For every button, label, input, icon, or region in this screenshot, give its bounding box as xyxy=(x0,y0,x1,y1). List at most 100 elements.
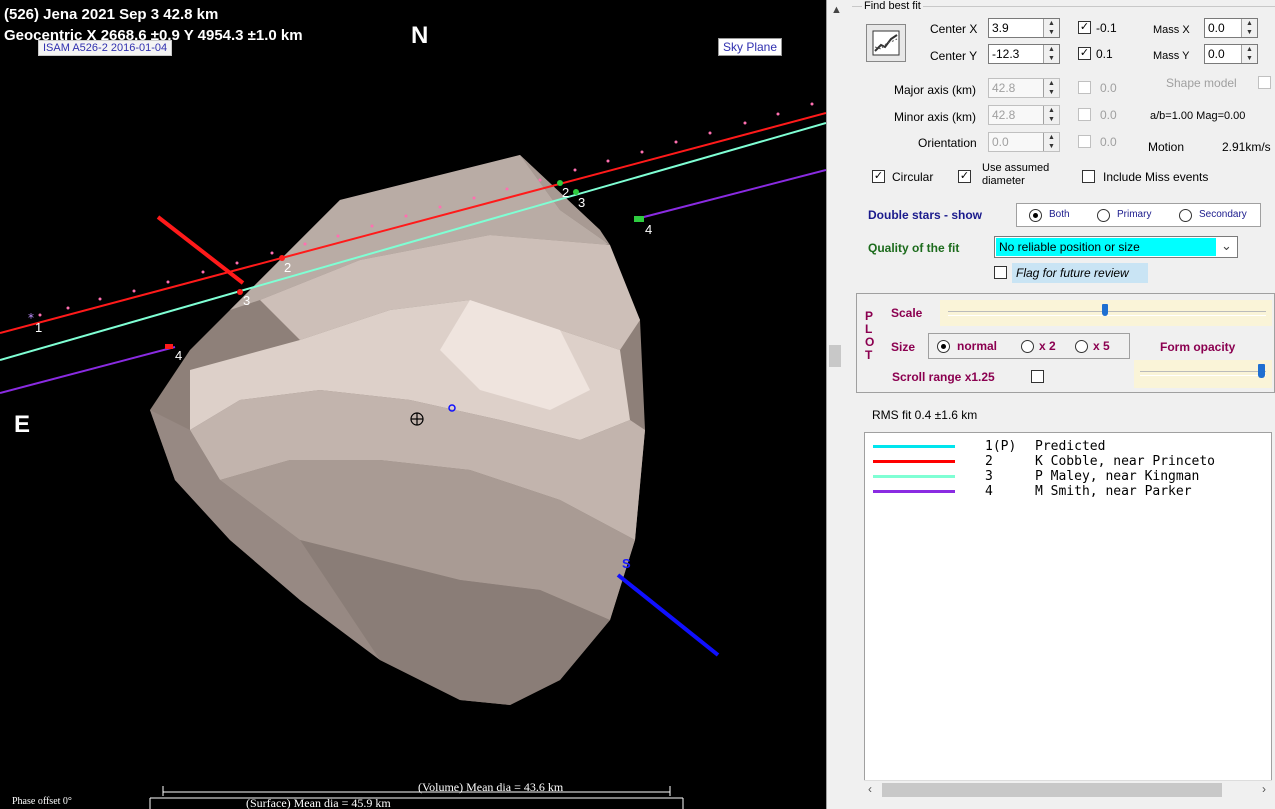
ds-secondary-radio[interactable] xyxy=(1179,209,1192,222)
double-stars-group: Both Primary Secondary xyxy=(1016,203,1261,227)
major-axis-checkbox[interactable] xyxy=(1078,81,1091,94)
mass-y-label: Mass Y xyxy=(1153,50,1190,62)
scroll-left-icon[interactable]: ‹ xyxy=(868,782,872,796)
chart-fit-icon xyxy=(872,30,900,56)
scale-slider-thumb xyxy=(1102,304,1108,316)
form-opacity-slider-thumb xyxy=(1258,364,1265,378)
scale-label: Scale xyxy=(891,306,923,320)
ds-primary-label: Primary xyxy=(1117,209,1152,220)
chord-label-2: 2 xyxy=(284,260,292,275)
center-y-input[interactable]: -12.3 ▲ ▼ xyxy=(988,44,1060,64)
scroll-range-checkbox[interactable] xyxy=(1031,370,1044,383)
event-title: (526) Jena 2021 Sep 3 42.8 km xyxy=(4,6,219,23)
center-y-step: 0.1 xyxy=(1096,47,1113,61)
minor-axis-checkbox[interactable] xyxy=(1078,108,1091,121)
legend-name: M Smith, near Parker xyxy=(1035,484,1192,499)
splitter-handle[interactable] xyxy=(829,345,841,367)
scroll-right-icon[interactable]: › xyxy=(1262,782,1266,796)
minor-axis-label: Minor axis (km) xyxy=(894,110,977,124)
major-axis-label: Major axis (km) xyxy=(894,83,977,97)
double-stars-label: Double stars - show xyxy=(868,208,983,222)
legend-name: Predicted xyxy=(1035,439,1106,454)
center-x-input[interactable]: 3.9 ▲ ▼ xyxy=(988,18,1060,38)
legend-num: 4 xyxy=(985,484,993,499)
sky-plane-plot[interactable]: * (526) Jena 2021 Sep 3 42.8 km Geocentr… xyxy=(0,0,826,809)
sky-plane-button[interactable]: Sky Plane xyxy=(718,38,783,56)
orientation-input[interactable]: 0.0 ▲ ▼ xyxy=(988,132,1060,152)
control-panel: Find best fit Center X 3.9 ▲ ▼ ✓ -0.1 Mass… xyxy=(848,0,1275,809)
center-x-step: -0.1 xyxy=(1096,21,1117,35)
diameter-scale-bars xyxy=(149,786,684,809)
chord-label-1: 1 xyxy=(35,320,43,335)
orientation-checkbox[interactable] xyxy=(1078,135,1091,148)
legend-name: K Cobble, near Princeto xyxy=(1035,454,1216,469)
chord-label-3: 3 xyxy=(243,293,251,308)
size-x2-radio[interactable] xyxy=(1021,340,1034,353)
orientation-step: 0.0 xyxy=(1100,135,1117,149)
quality-select[interactable]: No reliable position or size ⌄ xyxy=(994,236,1238,258)
circular-label: Circular xyxy=(892,170,934,184)
north-label: N xyxy=(411,22,429,49)
ds-both-radio[interactable] xyxy=(1029,209,1042,222)
include-miss-checkbox[interactable] xyxy=(1082,170,1095,183)
ab-ratio-mag: a/b=1.00 Mag=0.00 xyxy=(1150,110,1246,122)
size-x5-label: x 5 xyxy=(1093,339,1110,353)
flag-review-label: Flag for future review xyxy=(1012,263,1148,283)
observer-legend[interactable]: 1(P) Predicted 2 K Cobble, near Princeto… xyxy=(864,432,1272,798)
chord-label-4: 4 xyxy=(175,348,183,363)
minor-axis-step: 0.0 xyxy=(1100,108,1117,122)
center-y-label: Center Y xyxy=(930,49,978,63)
motion-value: 2.91km/s xyxy=(1222,140,1271,154)
size-group: normal x 2 x 5 xyxy=(928,333,1130,359)
circular-checkbox[interactable]: ✓ xyxy=(872,170,885,183)
legend-line-predicted xyxy=(873,445,955,448)
shape-model-checkbox[interactable] xyxy=(1258,76,1271,89)
major-axis-step: 0.0 xyxy=(1100,81,1117,95)
chevron-down-icon: ⌄ xyxy=(1221,238,1232,253)
mass-x-label: Mass X xyxy=(1153,24,1190,36)
scrollbar-thumb[interactable] xyxy=(882,783,1222,797)
minor-axis-input[interactable]: 42.8 ▲ ▼ xyxy=(988,105,1060,125)
size-x2-label: x 2 xyxy=(1039,339,1056,353)
chord-label-4-end: 4 xyxy=(645,222,653,237)
surface-mean-diameter: (Surface) Mean dia = 45.9 km xyxy=(246,796,391,809)
plot-canvas: * xyxy=(0,102,826,809)
legend-name: P Maley, near Kingman xyxy=(1035,469,1200,484)
scroll-up-icon[interactable]: ▲ xyxy=(831,4,842,16)
ds-primary-radio[interactable] xyxy=(1097,209,1110,222)
ds-both-label: Both xyxy=(1049,209,1070,220)
legend-line-observer-3 xyxy=(873,475,955,478)
panel-divider xyxy=(826,0,849,809)
south-label: S xyxy=(622,556,631,571)
include-miss-label: Include Miss events xyxy=(1103,170,1209,184)
center-x-label: Center X xyxy=(930,22,978,36)
major-axis-input[interactable]: 42.8 ▲ ▼ xyxy=(988,78,1060,98)
mass-y-input[interactable]: 0.0 ▲ ▼ xyxy=(1204,44,1258,64)
use-assumed-diameter-checkbox[interactable]: ✓ xyxy=(958,170,971,183)
shape-model-label[interactable]: ISAM A526-2 2016-01-04 xyxy=(38,40,173,56)
legend-num: 2 xyxy=(985,454,993,469)
scale-slider[interactable] xyxy=(940,300,1272,326)
mass-x-input[interactable]: 0.0 ▲ ▼ xyxy=(1204,18,1258,38)
legend-line-observer-4 xyxy=(873,490,955,493)
size-normal-radio[interactable] xyxy=(937,340,950,353)
plot-group-label: PLOT xyxy=(865,309,875,362)
chord-label-2-end: 2 xyxy=(562,185,570,200)
motion-label: Motion xyxy=(1148,140,1185,154)
legend-line-observer-2 xyxy=(873,460,955,463)
center-crosshair-icon xyxy=(410,412,424,426)
flag-review-checkbox[interactable] xyxy=(994,266,1007,279)
volume-mean-diameter: (Volume) Mean dia = 43.6 km xyxy=(418,780,564,794)
shape-model-label: Shape model xyxy=(1166,76,1237,90)
center-x-step-checkbox[interactable]: ✓ xyxy=(1078,21,1091,34)
find-best-fit-label: Find best fit xyxy=(862,0,923,12)
form-opacity-slider[interactable] xyxy=(1134,360,1272,388)
find-best-fit-button[interactable] xyxy=(866,24,906,62)
legend-horizontal-scrollbar[interactable]: ‹ › xyxy=(864,780,1272,799)
use-assumed-diameter-label: Use assumed diameter xyxy=(982,162,1050,187)
size-label: Size xyxy=(891,340,916,354)
size-x5-radio[interactable] xyxy=(1075,340,1088,353)
center-y-step-checkbox[interactable]: ✓ xyxy=(1078,47,1091,60)
form-opacity-label: Form opacity xyxy=(1160,340,1236,354)
chord-label-3-end: 3 xyxy=(578,195,586,210)
